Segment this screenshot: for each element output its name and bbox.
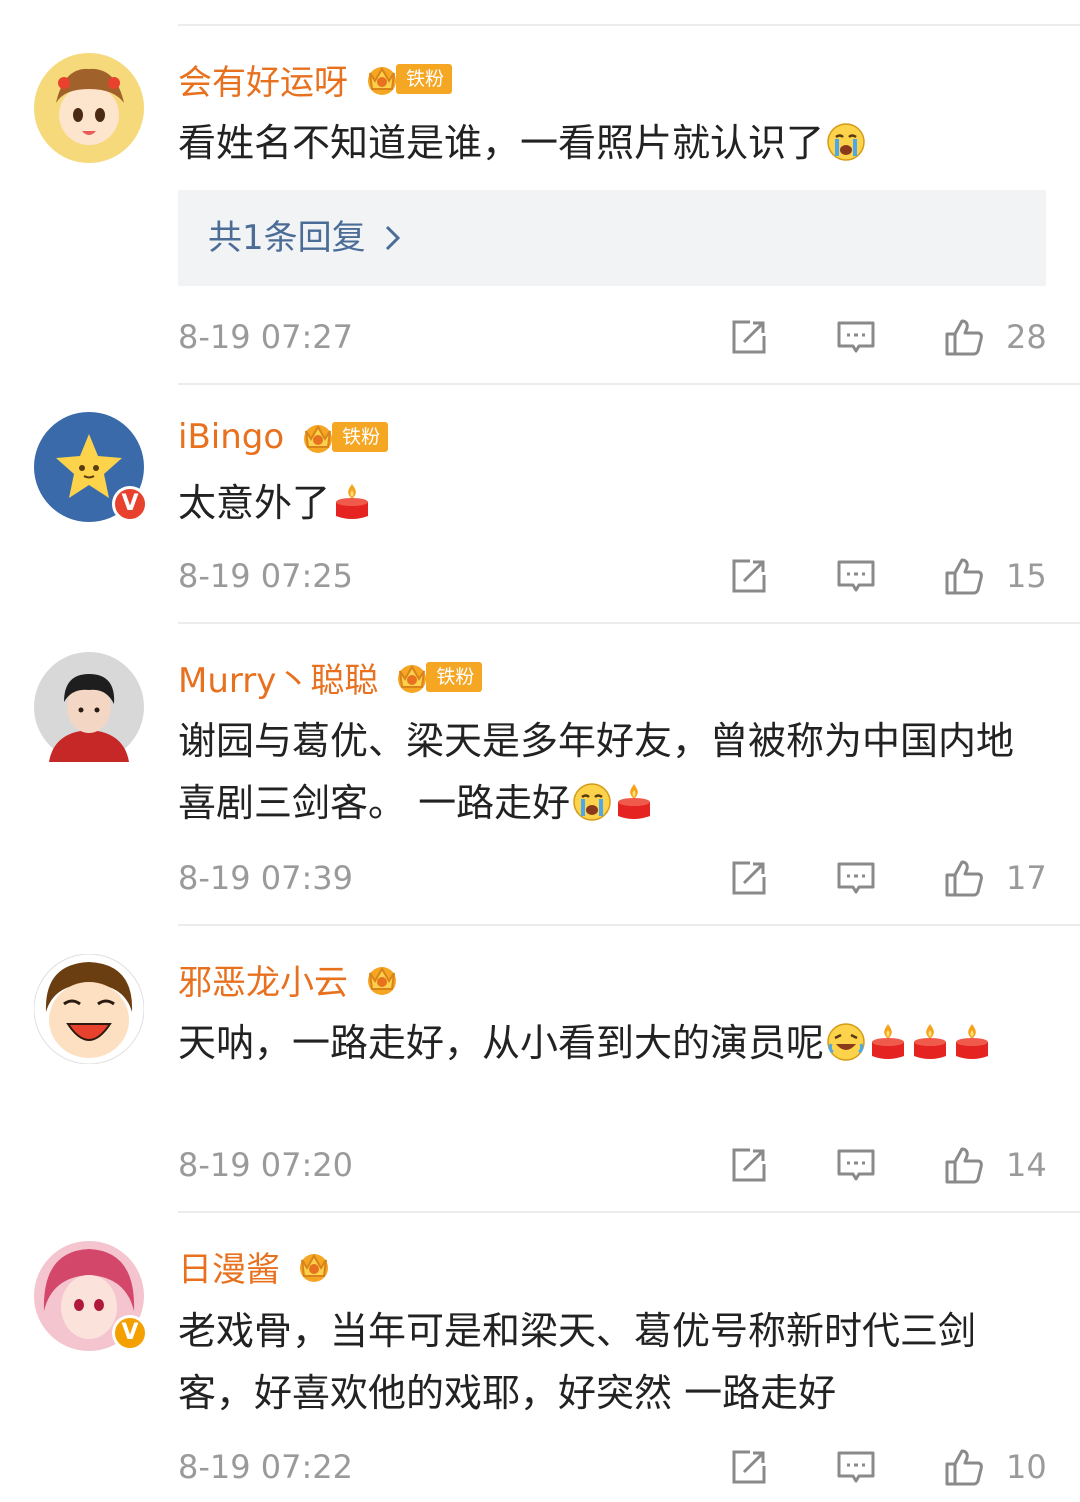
comment-text: 太意外了 [178,472,1048,534]
name-row: 邪恶龙小云 [178,954,402,1004]
comment-footer: 8-19 07:25 15 [178,548,1047,604]
reply-summary: 共1条回复 [208,218,366,258]
like-icon[interactable] [944,556,984,596]
username[interactable]: iBingo [178,417,284,457]
reply-link[interactable]: 共1条回复 [208,190,402,286]
share-icon[interactable] [728,556,768,596]
share-icon[interactable] [728,1145,768,1185]
comment-text-content: 老戏骨，当年可是和梁天、葛优号称新时代三剑客，好喜欢他的戏耶，好突然 一路走好 [178,1309,977,1415]
like-count: 15 [1006,557,1047,595]
comment-text: 老戏骨，当年可是和梁天、葛优号称新时代三剑客，好喜欢他的戏耶，好突然 一路走好 [178,1300,1048,1424]
avatar[interactable] [34,53,144,163]
like-count: 17 [1006,859,1047,897]
divider [178,924,1080,926]
like-count: 14 [1006,1146,1047,1184]
timestamp: 8-19 07:20 [178,1146,354,1184]
comment-footer: 8-19 07:27 28 [178,309,1047,365]
divider [178,383,1080,385]
fan-tag: 铁粉 [332,422,389,452]
name-row: 日漫酱 [178,1241,334,1291]
divider [178,1211,1080,1213]
divider [178,622,1080,624]
crown-level-icon [294,1246,334,1286]
verified-icon: V [112,1315,148,1351]
crown-level-icon [362,959,402,999]
comment-text-content: 太意外了 [178,481,331,525]
timestamp: 8-19 07:39 [178,859,354,897]
timestamp: 8-19 07:27 [178,318,354,356]
avatar[interactable] [34,954,144,1064]
candle-emoji [868,1022,908,1062]
like-icon[interactable] [944,1447,984,1487]
comment-icon[interactable] [836,317,876,357]
fan-tag: 铁粉 [426,662,483,692]
comment-text: 看姓名不知道是谁，一看照片就认识了 [178,112,1048,174]
comment-text-content: 看姓名不知道是谁，一看照片就认识了 [178,121,825,165]
share-icon[interactable] [728,1447,768,1487]
level-badge[interactable] [362,960,402,998]
like-count: 28 [1006,318,1047,356]
level-badge[interactable]: 铁粉 [298,418,389,456]
username[interactable]: Murry丶聪聪 [178,653,378,702]
name-row: 会有好运呀 铁粉 [178,54,453,104]
share-icon[interactable] [728,858,768,898]
avatar[interactable]: V [34,1241,148,1351]
comment-text: 谢园与葛优、梁天是多年好友，曾被称为中国内地喜剧三剑客。 一路走好 [178,710,1048,834]
level-badge[interactable]: 铁粉 [392,658,483,696]
comment-icon[interactable] [836,858,876,898]
comment-footer: 8-19 07:20 14 [178,1137,1047,1193]
timestamp: 8-19 07:25 [178,557,354,595]
share-icon[interactable] [728,317,768,357]
level-badge[interactable] [294,1247,334,1285]
avatar[interactable] [34,652,144,762]
candle-emoji [952,1022,992,1062]
avatar[interactable]: V [34,412,148,522]
level-badge[interactable]: 铁粉 [362,60,453,98]
verified-icon: V [112,486,148,522]
name-row: Murry丶聪聪 铁粉 [178,652,483,702]
username[interactable]: 会有好运呀 [178,55,348,104]
username[interactable]: 邪恶龙小云 [178,955,348,1004]
crying-face-emoji [826,122,866,162]
comment-text: 天呐，一路走好，从小看到大的演员呢 [178,1012,1048,1074]
like-count: 10 [1006,1448,1047,1486]
fan-tag: 铁粉 [396,64,453,94]
reply-box[interactable]: 共1条回复 [178,190,1046,286]
comment-footer: 8-19 07:22 10 [178,1439,1047,1495]
timestamp: 8-19 07:22 [178,1448,354,1486]
comment-icon[interactable] [836,556,876,596]
laugh-cry-emoji [826,1022,866,1062]
candle-emoji [614,782,654,822]
chevron-right-icon [385,225,400,251]
like-icon[interactable] [944,858,984,898]
top-divider [178,24,1080,26]
like-icon[interactable] [944,1145,984,1185]
comment-icon[interactable] [836,1447,876,1487]
name-row: iBingo 铁粉 [178,412,389,462]
candle-emoji [910,1022,950,1062]
comment-icon[interactable] [836,1145,876,1185]
comment-text-content: 天呐，一路走好，从小看到大的演员呢 [178,1021,825,1065]
like-icon[interactable] [944,317,984,357]
candle-emoji [332,482,372,522]
comment-footer: 8-19 07:39 17 [178,850,1047,906]
username[interactable]: 日漫酱 [178,1242,280,1291]
crying-face-emoji [572,782,612,822]
